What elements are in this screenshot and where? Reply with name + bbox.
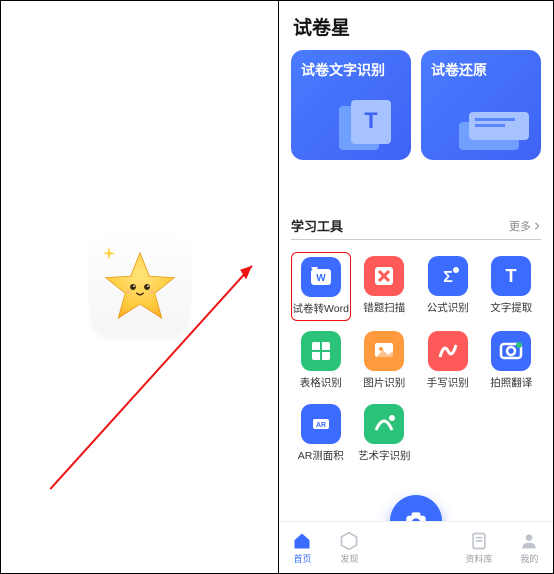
svg-text:T: T (506, 266, 517, 286)
doc-icon: T (333, 96, 403, 154)
tool-label: 图片识别 (363, 375, 405, 390)
section-title: 学习工具 (291, 216, 343, 235)
left-pane (1, 1, 279, 573)
tool-label: 试卷转Word (293, 301, 349, 316)
image-ocr-icon (364, 331, 404, 371)
tool-label: AR测面积 (298, 448, 344, 463)
app-icon-star[interactable] (91, 238, 189, 336)
tool-text-extract[interactable]: T 文字提取 (482, 252, 542, 321)
svg-text:T: T (364, 108, 378, 133)
svg-text:W: W (316, 273, 326, 284)
app-title: 试卷星 (279, 1, 553, 50)
card-restore[interactable]: 试卷还原 (421, 50, 541, 160)
chevron-right-icon (533, 222, 541, 230)
user-icon (519, 531, 539, 551)
tool-label: 公式识别 (427, 300, 469, 315)
handwriting-icon (428, 331, 468, 371)
tool-label: 手写识别 (427, 375, 469, 390)
more-link[interactable]: 更多 (509, 218, 541, 234)
tool-label: 文字提取 (490, 300, 532, 315)
tool-label: 拍照翻译 (490, 375, 532, 390)
tool-ar-area[interactable]: AR AR测面积 (291, 400, 351, 467)
card-title: 试卷还原 (431, 60, 531, 80)
tool-formula-ocr[interactable]: Σ 公式识别 (418, 252, 478, 321)
sparkle-icon (101, 246, 117, 262)
tool-photo-translate[interactable]: 拍照翻译 (482, 327, 542, 394)
svg-text:Σ: Σ (443, 269, 453, 286)
photo-translate-icon (491, 331, 531, 371)
tool-label: 表格识别 (300, 375, 342, 390)
hex-icon (339, 531, 359, 551)
formula-ocr-icon: Σ (428, 256, 468, 296)
tool-image-ocr[interactable]: 图片识别 (355, 327, 415, 394)
home-icon (292, 531, 312, 551)
tool-table-ocr[interactable]: 表格识别 (291, 327, 351, 394)
tool-art-font-ocr[interactable]: 艺术字识别 (355, 400, 415, 467)
nav-me[interactable]: 我的 (519, 531, 539, 565)
tool-word-convert[interactable]: W 试卷转Word (291, 252, 351, 321)
svg-text:AR: AR (316, 422, 326, 429)
card-text-ocr[interactable]: 试卷文字识别 T (291, 50, 411, 160)
card-title: 试卷文字识别 (301, 60, 401, 80)
nav-home[interactable]: 首页 (292, 531, 312, 565)
right-pane: 试卷星 试卷文字识别 T 试卷还原 (279, 1, 553, 573)
ar-area-icon: AR (301, 404, 341, 444)
doc-icon (469, 531, 489, 551)
tool-grid: W 试卷转Word 错题扫描 Σ 公式识别 T 文字提取表格识别 图片识别 手写识别 拍照翻译 AR… (279, 240, 553, 467)
art-font-ocr-icon (364, 404, 404, 444)
text-extract-icon: T (491, 256, 531, 296)
tool-label: 错题扫描 (363, 300, 405, 315)
table-ocr-icon (301, 331, 341, 371)
tool-handwriting[interactable]: 手写识别 (418, 327, 478, 394)
nav-discover[interactable]: 发现 (339, 531, 359, 565)
tool-wrong-scan[interactable]: 错题扫描 (355, 252, 415, 321)
bottom-nav: 首页 发现 资料库 我的 (279, 521, 553, 573)
wrong-scan-icon (364, 256, 404, 296)
paper-stack-icon (455, 102, 533, 154)
nav-library[interactable]: 资料库 (465, 531, 492, 565)
tool-label: 艺术字识别 (358, 448, 411, 463)
word-convert-icon: W (301, 257, 341, 297)
